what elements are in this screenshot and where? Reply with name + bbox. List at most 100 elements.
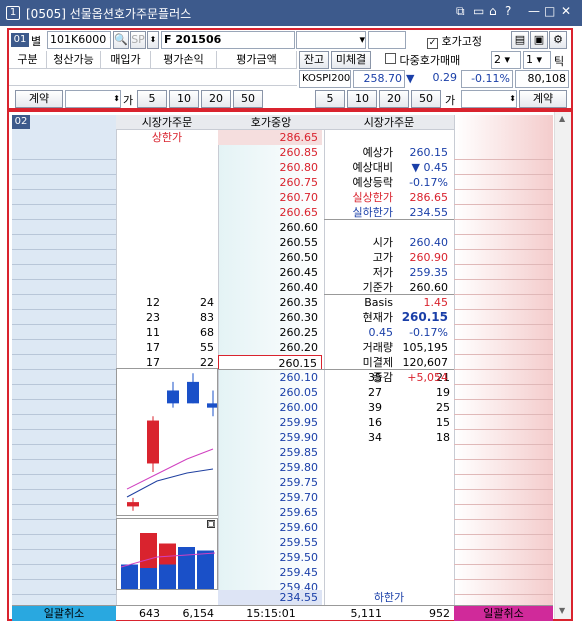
info-value-secondary: 0.45 xyxy=(368,326,394,339)
ask-grid-line xyxy=(12,354,116,355)
price-level[interactable]: 260.10 xyxy=(218,370,322,385)
select-field-2[interactable] xyxy=(368,31,406,49)
ask-grid-line xyxy=(12,234,116,235)
price-level[interactable]: 259.80 xyxy=(218,460,322,475)
maximize-icon[interactable]: □ xyxy=(544,4,555,18)
ask-count: 12 xyxy=(146,296,160,309)
price-level[interactable]: 259.60 xyxy=(218,520,322,535)
ask-count: 17 xyxy=(146,341,160,354)
cancel-all-right-button[interactable]: 일괄취소 xyxy=(454,606,553,621)
price-level[interactable]: 260.60 xyxy=(218,220,322,235)
jango-button[interactable]: 잔고 xyxy=(299,51,329,69)
info-value: ▼ 0.45 xyxy=(411,161,448,174)
info-value: -0.17% xyxy=(409,176,448,189)
price-level[interactable]: 260.35 xyxy=(218,295,322,310)
layout-icon[interactable]: ▤ xyxy=(511,31,529,49)
michegyeol-button[interactable]: 미체결 xyxy=(331,51,371,69)
spinner-icon[interactable]: ⬍ xyxy=(147,31,159,49)
price-level[interactable]: 259.75 xyxy=(218,475,322,490)
bid-total-count: 952 xyxy=(429,607,450,620)
link-icon[interactable]: ⧉ xyxy=(456,4,465,19)
info-label: 실상한가 xyxy=(352,191,393,204)
price-level[interactable]: 259.85 xyxy=(218,445,322,460)
info-value: 260.15 xyxy=(409,146,449,159)
bid-order-column[interactable] xyxy=(454,115,553,620)
pin-icon[interactable]: ⌂ xyxy=(489,4,497,18)
close-icon[interactable]: ✕ xyxy=(561,4,571,18)
left-qty-input[interactable]: ⬍ xyxy=(65,90,121,108)
price-level[interactable]: 260.00 xyxy=(218,400,322,415)
chart-toggle-icon[interactable]: ▣ xyxy=(207,520,215,528)
right-qty-50[interactable]: 50 xyxy=(411,90,441,108)
price-level[interactable]: 259.95 xyxy=(218,415,322,430)
right-unit-label: 가 xyxy=(445,94,456,107)
bid-grid-line xyxy=(454,579,553,580)
right-qty-5[interactable]: 5 xyxy=(315,90,345,108)
price-level[interactable]: 259.55 xyxy=(218,535,322,550)
price-level[interactable]: 260.70 xyxy=(218,190,322,205)
info-label: 예상등락 xyxy=(352,176,393,189)
left-qty-5[interactable]: 5 xyxy=(137,90,167,108)
price-level[interactable]: 260.40 xyxy=(218,280,322,295)
right-qty-input[interactable]: ⬍ xyxy=(461,90,517,108)
price-level[interactable]: 260.65 xyxy=(218,205,322,220)
tick-label: 틱 xyxy=(554,55,565,68)
code-input[interactable]: 101K6000 ▾ xyxy=(47,31,111,49)
popup-icon[interactable]: ▭ xyxy=(473,4,484,18)
volume-bar-buy xyxy=(197,550,214,589)
contract-field[interactable]: F 201506 xyxy=(161,31,295,49)
ask-grid-line xyxy=(12,159,116,160)
ask-market-order-header[interactable]: 시장가주문 xyxy=(116,115,218,130)
down-arrow-icon: ▼ xyxy=(406,72,415,85)
ask-qty: 68 xyxy=(200,326,214,339)
left-qty-10[interactable]: 10 xyxy=(169,90,199,108)
price-level[interactable]: 260.50 xyxy=(218,250,322,265)
price-level[interactable]: 260.55 xyxy=(218,235,322,250)
ask-grid-line xyxy=(12,564,116,565)
minimize-icon[interactable]: — xyxy=(528,4,540,18)
sp-button[interactable]: SP xyxy=(130,31,146,49)
hoga-fixed-checkbox[interactable]: ✓ 호가고정 xyxy=(427,33,482,49)
multi-order-checkbox[interactable]: 다중호가매매 xyxy=(385,52,460,68)
price-level[interactable]: 260.05 xyxy=(218,385,322,400)
price-level[interactable]: 260.25 xyxy=(218,325,322,340)
right-qty-20[interactable]: 20 xyxy=(379,90,409,108)
scroll-down-icon[interactable]: ▼ xyxy=(559,606,565,615)
select-field-1[interactable]: ▾ xyxy=(296,31,366,49)
bid-market-order-header[interactable]: 시장가주문 xyxy=(324,115,454,130)
price-level[interactable]: 259.90 xyxy=(218,430,322,445)
price-level[interactable]: 259.70 xyxy=(218,490,322,505)
price-level[interactable]: 260.45 xyxy=(218,265,322,280)
price-level[interactable]: 259.65 xyxy=(218,505,322,520)
info-label: 현재가 xyxy=(362,311,393,324)
price-level[interactable]: 260.20 xyxy=(218,340,322,355)
cancel-all-left-button[interactable]: 일괄취소 xyxy=(12,606,116,621)
ask-qty: 83 xyxy=(200,311,214,324)
price-level[interactable]: 260.75 xyxy=(218,175,322,190)
volume-bar-buy xyxy=(178,547,195,589)
ask-order-column[interactable] xyxy=(12,115,116,620)
left-qty-20[interactable]: 20 xyxy=(201,90,231,108)
help-icon[interactable]: ? xyxy=(505,4,511,18)
price-level[interactable]: 260.15 xyxy=(218,355,322,370)
board-scrollbar[interactable]: ▲ ▼ xyxy=(554,112,571,619)
price-level[interactable]: 259.45 xyxy=(218,565,322,580)
ask-grid-line xyxy=(12,504,116,505)
multi-val2-select[interactable]: 1 ▾ xyxy=(523,51,551,69)
scroll-up-icon[interactable]: ▲ xyxy=(559,114,565,123)
search-icon[interactable]: 🔍 xyxy=(113,31,129,49)
window-icon[interactable]: ▣ xyxy=(530,31,548,49)
left-qty-50[interactable]: 50 xyxy=(233,90,263,108)
candle-body xyxy=(207,403,219,408)
multi-val1-select[interactable]: 2 ▾ xyxy=(491,51,521,69)
price-level[interactable]: 260.80 xyxy=(218,160,322,175)
bid-grid-line xyxy=(454,594,553,595)
price-center-header[interactable]: 호가중앙 xyxy=(218,115,324,130)
price-level[interactable]: 260.30 xyxy=(218,310,322,325)
price-level[interactable]: 260.85 xyxy=(218,145,322,160)
right-qty-10[interactable]: 10 xyxy=(347,90,377,108)
volume-bar-buy xyxy=(121,564,138,589)
gear-icon[interactable]: ⚙ xyxy=(549,31,567,49)
upper-limit-price: 286.65 xyxy=(218,130,322,145)
price-level[interactable]: 259.50 xyxy=(218,550,322,565)
